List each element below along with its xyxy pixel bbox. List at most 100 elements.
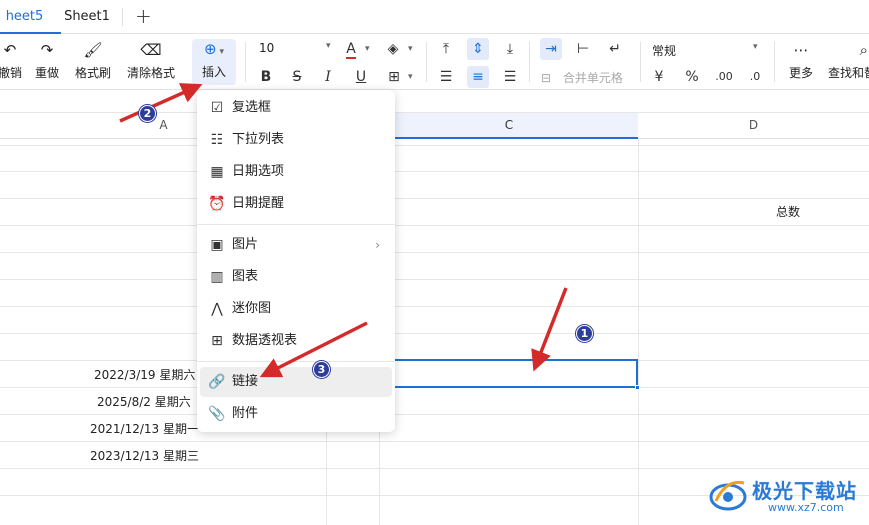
date-cell[interactable]: 2022/3/19 星期六 [94,366,195,383]
chevron-right-icon: › [375,238,380,252]
menu-item-label: 数据透视表 [232,333,298,348]
border-icon[interactable]: ⊞ [383,66,405,88]
link-icon: 🔗 [208,374,226,390]
pivot-table-icon: ⊞ [211,333,223,349]
undo-button[interactable]: ↶ 撤销 [0,40,24,81]
grid-line [0,252,869,253]
alarm-clock-icon: ⏰ [208,196,226,212]
chevron-down-icon[interactable]: ▾ [408,72,413,82]
clear-format-label: 清除格式 [126,66,175,80]
menu-item-image[interactable]: ▣ 图片 › [200,230,392,260]
menu-item-pivot-table[interactable]: ⊞ 数据透视表 [200,326,392,356]
menu-item-label: 图片 [232,237,259,252]
menu-item-link[interactable]: 🔗 链接 [200,367,392,397]
italic-icon[interactable]: I [317,66,339,88]
wrap-text-icon[interactable]: ↵ [604,38,626,60]
menu-item-label: 附件 [232,406,259,421]
dropdown-list-icon: ☷ [210,132,224,148]
menu-item-date-reminder[interactable]: ⏰ 日期提醒 [200,189,392,219]
format-painter-button[interactable]: 🖌 格式刷 [72,40,114,81]
insert-label: 插入 [201,65,226,79]
align-bottom-icon[interactable]: ⤓ [499,38,521,60]
chevron-down-icon[interactable]: ▾ [365,44,370,54]
step-badge-2: 2 [139,105,156,122]
find-replace-button[interactable]: ⌕ 查找和替 [828,40,869,81]
grid-line [0,306,869,307]
checkbox-icon: ☑ [210,100,224,116]
menu-item-checkbox[interactable]: ☑ 复选框 [200,93,392,123]
find-icon: ⌕ [859,41,868,59]
grid-line [0,145,869,146]
bold-icon[interactable]: B [255,66,277,88]
selected-cell[interactable] [379,359,638,388]
chevron-down-icon[interactable]: ▾ [408,44,413,54]
indent-icon[interactable]: ⇥ [540,38,562,60]
grid-line [0,279,869,280]
watermark-url: www.xz7.com [768,501,844,514]
insert-button[interactable]: ⊕ ▾ 插入 [192,39,236,85]
arrow-step1 [531,287,568,372]
align-left-icon[interactable]: ☰ [435,66,457,88]
align-center-icon[interactable]: ≡ [467,66,489,88]
align-top-icon[interactable]: ⤒ [435,38,457,60]
add-sheet-button[interactable]: + [135,5,152,27]
align-right-icon[interactable]: ☰ [499,66,521,88]
sheet-tab-bar: heet5 Sheet1 + [0,0,869,34]
menu-item-attachment[interactable]: 📎 附件 [200,399,392,429]
menu-item-label: 迷你图 [232,301,272,316]
cell-total-label[interactable]: 总数 [776,203,800,220]
font-size-value: 10 [259,41,275,55]
sparkline-icon: ⋀ [211,301,223,317]
grid-line [0,171,869,172]
menu-item-label: 下拉列表 [232,132,285,147]
toolbar-divider [640,42,641,82]
menu-item-label: 链接 [232,374,259,389]
grid-line [0,225,869,226]
number-format-select[interactable]: 常规 ▾ [652,42,762,59]
menu-divider [197,224,395,225]
fill-handle[interactable] [635,385,640,390]
step-badge-3: 3 [313,361,330,378]
undo-label: 撤销 [0,66,22,80]
more-dots-icon: ⋯ [793,41,809,59]
date-cell[interactable]: 2023/12/13 星期三 [90,447,199,464]
column-header-c[interactable]: C [380,113,638,139]
date-cell[interactable]: 2025/8/2 星期六 [97,393,191,410]
menu-item-dropdown-list[interactable]: ☷ 下拉列表 [200,125,392,155]
sheet-tab-active[interactable]: heet5 [0,3,61,34]
menu-item-label: 图表 [232,269,259,284]
strikethrough-icon[interactable]: S [286,66,308,88]
clear-format-button[interactable]: ⌫ 清除格式 [124,40,178,81]
redo-button[interactable]: ↷ 重做 [32,40,62,81]
grid-line [0,198,869,199]
grid-line [0,112,869,113]
underline-icon[interactable]: U [350,66,372,88]
menu-item-sparkline[interactable]: ⋀ 迷你图 [200,294,392,324]
column-width-icon[interactable]: ⊢ [572,38,594,60]
format-painter-label: 格式刷 [74,66,111,80]
fill-color-icon[interactable]: ◈ [382,38,404,60]
toolbar-divider [774,42,775,82]
menu-item-label: 日期选项 [232,164,285,179]
font-color-icon[interactable]: A [340,38,362,60]
grid-line [0,441,869,442]
column-header-d[interactable]: D [638,113,869,139]
font-size-select[interactable]: 10 ▾ [259,41,331,55]
align-middle-icon[interactable]: ⇕ [467,38,489,60]
chart-icon: ▥ [210,269,224,285]
merge-cells-button[interactable]: ⊟ 合并单元格 [541,69,623,86]
currency-icon[interactable]: ¥ [648,66,670,88]
more-button[interactable]: ⋯ 更多 [785,40,817,81]
sheet-tab-sheet1[interactable]: Sheet1 [54,3,120,34]
redo-label: 重做 [34,66,59,80]
menu-item-label: 复选框 [232,100,272,115]
menu-item-chart[interactable]: ▥ 图表 [200,262,392,292]
increase-decimal-icon[interactable]: .00 [713,66,735,88]
date-cell[interactable]: 2021/12/13 星期一 [90,420,199,437]
redo-icon: ↷ [40,41,54,59]
percent-icon[interactable]: % [681,66,703,88]
toolbar-divider [529,42,530,82]
menu-item-date-picker[interactable]: ▦ 日期选项 [200,157,392,187]
decrease-decimal-icon[interactable]: .0 [744,66,766,88]
chevron-down-icon: ▾ [753,42,758,52]
